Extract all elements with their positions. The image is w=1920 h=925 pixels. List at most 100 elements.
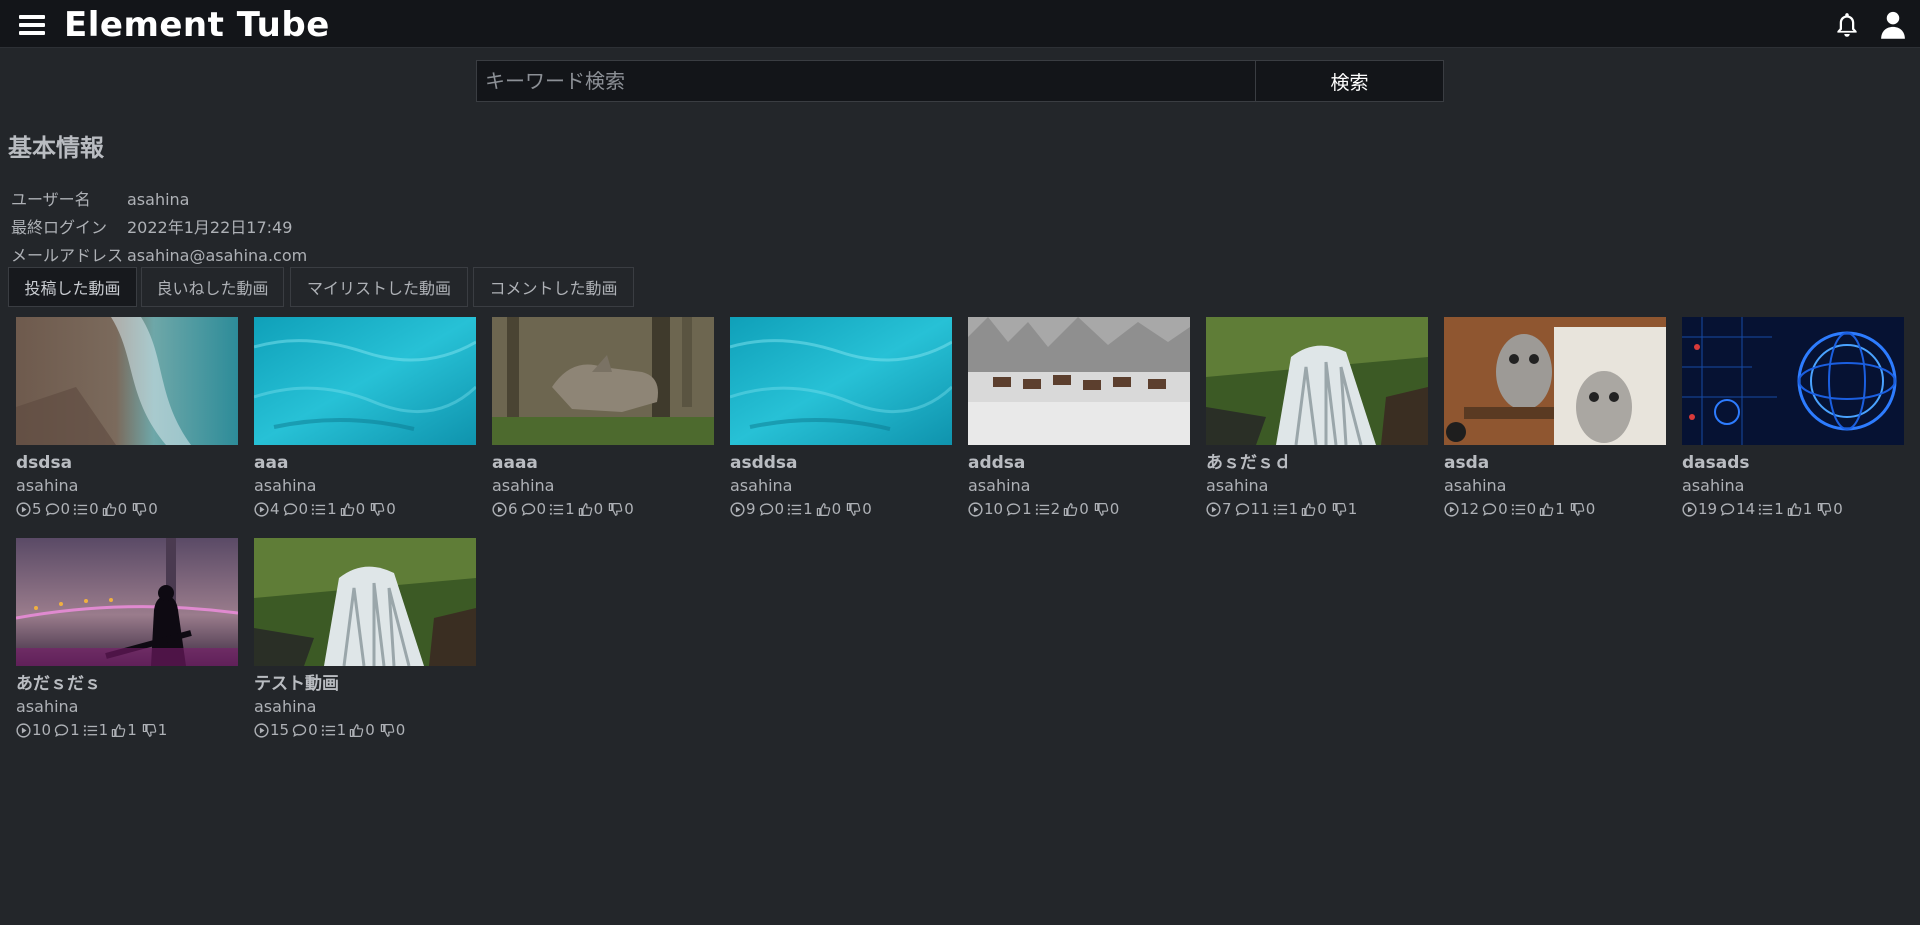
comment-count: 0 [298, 500, 309, 518]
tab-mylisted-videos[interactable]: マイリストした動画 [290, 267, 468, 307]
hamburger-menu-icon[interactable] [17, 13, 47, 37]
video-stats: 12 0 0 1 0 [1444, 499, 1666, 519]
tab-commented-videos[interactable]: コメントした動画 [473, 267, 634, 307]
video-author[interactable]: asahina [254, 476, 476, 496]
video-title[interactable]: dsdsa [16, 453, 238, 473]
dislike-count: 0 [148, 500, 158, 518]
play-count-icon [492, 501, 507, 517]
video-card[interactable]: dasads asahina 19 14 1 1 0 [1682, 317, 1904, 519]
video-card[interactable]: asda asahina 12 0 0 1 0 [1444, 317, 1666, 519]
comment-icon [54, 723, 69, 737]
info-value: asahina@asahina.com [127, 246, 308, 265]
mylist-count: 1 [1774, 500, 1784, 518]
thumbs-up-icon [1063, 502, 1078, 516]
video-thumbnail[interactable] [1682, 317, 1904, 445]
video-author[interactable]: asahina [16, 697, 238, 717]
like-count: 0 [365, 721, 375, 739]
video-title[interactable]: テスト動画 [254, 674, 476, 694]
mylist-icon [1273, 503, 1287, 515]
video-card[interactable]: あだｓだｓ asahina 10 1 1 1 1 [16, 538, 238, 740]
video-thumbnail[interactable] [730, 317, 952, 445]
video-title[interactable]: aaa [254, 453, 476, 473]
thumbs-down-icon [370, 502, 385, 516]
play-count-icon [254, 722, 269, 738]
thumbs-down-icon [142, 723, 156, 737]
mylist-icon [1035, 503, 1049, 515]
thumbs-up-icon [1539, 502, 1554, 516]
video-author[interactable]: asahina [1206, 476, 1428, 496]
video-title[interactable]: asda [1444, 453, 1666, 473]
dislike-count: 0 [1109, 500, 1120, 518]
video-title[interactable]: asddsa [730, 453, 952, 473]
info-row-username: ユーザー名 asahina [11, 186, 189, 210]
info-row-last-login: 最終ログイン 2022年1月22日17:49 [11, 214, 292, 238]
thumbs-down-icon [1570, 502, 1584, 516]
video-thumbnail[interactable] [1444, 317, 1666, 445]
video-thumbnail[interactable] [1206, 317, 1428, 445]
video-title[interactable]: addsa [968, 453, 1190, 473]
mylist-icon [550, 503, 564, 515]
video-author[interactable]: asahina [730, 476, 952, 496]
dislike-count: 0 [1833, 500, 1843, 518]
video-card[interactable]: dsdsa asahina 5 0 0 0 0 [16, 317, 238, 519]
video-card[interactable]: テスト動画 asahina 15 0 1 0 0 [254, 538, 476, 740]
play-count-icon [254, 501, 269, 517]
video-author[interactable]: asahina [254, 697, 476, 717]
comment-icon [521, 502, 535, 516]
like-count: 1 [127, 721, 137, 739]
video-card[interactable]: aaaa asahina 6 0 1 0 0 [492, 317, 714, 519]
app-title[interactable]: Element Tube [64, 4, 330, 46]
thumbs-up-icon [102, 502, 116, 516]
thumbs-down-icon [1094, 502, 1108, 516]
video-author[interactable]: asahina [16, 476, 238, 496]
video-card[interactable]: asddsa asahina 9 0 1 0 0 [730, 317, 952, 519]
video-card[interactable]: aaa asahina 4 0 1 0 0 [254, 317, 476, 519]
video-stats: 9 0 1 0 0 [730, 499, 952, 519]
mylist-count: 0 [89, 500, 99, 518]
user-icon[interactable] [1878, 9, 1908, 41]
play-count: 15 [270, 721, 290, 739]
like-count: 1 [1555, 500, 1565, 518]
mylist-count: 1 [565, 500, 575, 518]
dislike-count: 0 [386, 500, 396, 518]
mylist-count: 1 [327, 500, 337, 518]
video-stats: 19 14 1 1 0 [1682, 499, 1904, 519]
video-thumbnail[interactable] [254, 317, 476, 445]
video-title[interactable]: dasads [1682, 453, 1904, 473]
tab-posted-videos[interactable]: 投稿した動画 [8, 267, 137, 307]
thumbs-down-icon [608, 502, 623, 516]
comment-icon [45, 502, 59, 516]
comment-count: 0 [536, 500, 547, 518]
video-thumbnail[interactable] [16, 538, 238, 666]
tab-liked-videos[interactable]: 良いねした動画 [141, 267, 284, 307]
video-author[interactable]: asahina [968, 476, 1190, 496]
video-card[interactable]: あｓだｓｄ asahina 7 11 1 0 1 [1206, 317, 1428, 519]
comment-icon [1482, 502, 1497, 516]
dislike-count: 0 [624, 500, 634, 518]
thumbs-down-icon [1818, 502, 1832, 516]
bell-icon[interactable] [1832, 9, 1862, 41]
info-label: ユーザー名 [11, 190, 91, 209]
thumbs-up-icon [111, 723, 126, 737]
video-author[interactable]: asahina [492, 476, 714, 496]
video-author[interactable]: asahina [1682, 476, 1904, 496]
like-count: 0 [1317, 500, 1327, 518]
section-title-basic-info: 基本情報 [8, 134, 104, 162]
thumbs-up-icon [578, 502, 592, 516]
video-title[interactable]: あだｓだｓ [16, 674, 238, 694]
search-button[interactable]: 検索 [1255, 60, 1444, 102]
video-thumbnail[interactable] [968, 317, 1190, 445]
video-title[interactable]: aaaa [492, 453, 714, 473]
video-card[interactable]: addsa asahina 10 1 2 0 0 [968, 317, 1190, 519]
like-count: 0 [831, 500, 842, 518]
video-thumbnail[interactable] [16, 317, 238, 445]
search-input[interactable] [476, 60, 1256, 102]
video-title[interactable]: あｓだｓｄ [1206, 453, 1428, 473]
video-thumbnail[interactable] [492, 317, 714, 445]
video-author[interactable]: asahina [1444, 476, 1666, 496]
play-count: 19 [1698, 500, 1718, 518]
video-thumbnail[interactable] [254, 538, 476, 666]
play-count-icon [1444, 501, 1459, 517]
dislike-count: 0 [1585, 500, 1596, 518]
comment-count: 0 [60, 500, 71, 518]
